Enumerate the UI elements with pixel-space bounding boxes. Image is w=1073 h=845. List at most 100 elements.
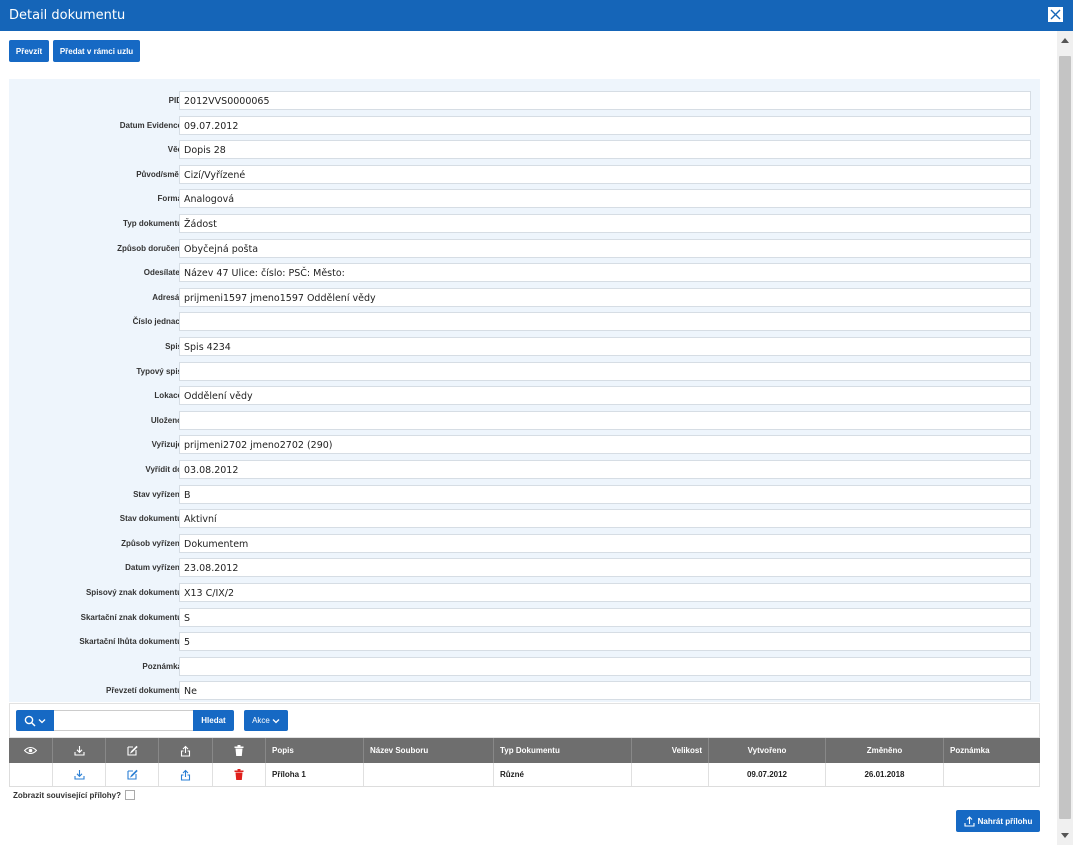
field-value[interactable]: 2012VVS0000065 [179,91,1031,110]
form-row: Typový spis [9,361,1040,382]
field-value[interactable]: Název 47 Ulice: číslo: PSČ: Město: [179,263,1031,283]
field-value[interactable]: B [179,484,1031,504]
form-row: Způsob doručení Obyčejná pošta [9,238,1040,259]
form-row: PID 2012VVS0000065 [9,91,1040,111]
field-value[interactable]: 23.08.2012 [179,558,1031,578]
cell-note [944,763,1040,786]
search-options-button[interactable] [16,710,54,731]
field-value[interactable] [179,410,1031,430]
header-share[interactable] [159,738,213,763]
field-label: Způsob vyřízení [121,538,182,548]
form-row: Poznámka [9,656,1040,677]
row-delete-button[interactable] [213,763,266,786]
field-label: Číslo jednací [132,317,182,327]
field-value[interactable] [179,312,1031,332]
field-label: Datum vyřízení [125,563,182,573]
form-row: Lokace Oddělení vědy [9,386,1040,406]
row-edit-button[interactable] [106,763,159,786]
field-value[interactable]: Žádost [179,214,1031,233]
field-label: Skartační lhůta dokumentu [79,637,182,647]
cell-file-name [364,763,494,786]
field-label: Adresát [152,292,182,302]
form-row: Převzetí dokumentu Ne [9,681,1040,701]
scroll-down-icon[interactable] [1061,833,1069,838]
related-attachments-checkbox[interactable] [125,790,136,800]
header-note[interactable]: Poznámka [944,738,1040,763]
pass-within-node-button[interactable]: Předat v rámci uzlu [53,40,140,62]
header-edit[interactable] [106,738,159,763]
field-value[interactable]: Dopis 28 [179,140,1031,160]
form-row: Věc Dopis 28 [9,140,1040,160]
search-input[interactable] [54,710,193,731]
header-view[interactable] [9,738,53,763]
vertical-scrollbar[interactable] [1057,31,1073,845]
actions-button[interactable]: Akce [244,710,288,731]
field-label: Způsob doručení [117,243,182,253]
field-value[interactable]: Obyčejná pošta [179,238,1031,258]
download-icon [73,746,85,756]
row-download-button[interactable] [53,763,106,786]
edit-icon [126,769,138,780]
scroll-up-icon[interactable] [1061,38,1069,43]
title-bar: Detail dokumentu [0,0,1073,31]
field-value[interactable]: 03.08.2012 [179,460,1031,479]
field-label: Lokace [154,391,182,401]
field-label: Vyřizuje [151,440,182,450]
field-value[interactable]: Aktivní [179,509,1031,529]
form-row: Datum vyřízení 23.08.2012 [9,558,1040,578]
cell-document-type: Různé [494,763,632,786]
field-label: Typ dokumentu [123,219,182,228]
header-download[interactable] [53,738,106,763]
window-title: Detail dokumentu [9,8,126,23]
field-value[interactable]: S [179,607,1031,627]
scrollbar-thumb[interactable] [1059,56,1071,819]
header-document-type[interactable]: Typ Dokumentu [494,738,632,763]
header-delete[interactable] [213,738,266,763]
upload-attachment-button[interactable]: Nahrát přílohu [956,810,1040,832]
field-label: Odesílatel [143,268,182,278]
form-row: Odesílatel Název 47 Ulice: číslo: PSČ: Mě… [9,263,1040,283]
form-row: Vyřizuje prijmeni2702 jmeno2702 (290) [9,435,1040,455]
take-over-button[interactable]: Převzít [9,40,49,62]
close-button[interactable] [1048,7,1063,22]
header-description[interactable]: Popis [266,738,364,763]
table-header: Popis Název Souboru Typ Dokumentu Veliko… [9,738,1040,763]
form-row: Způsob vyřízení Dokumentem [9,533,1040,554]
field-value[interactable]: 09.07.2012 [179,115,1031,135]
field-value[interactable]: Spis 4234 [179,337,1031,356]
field-value[interactable] [179,656,1031,676]
field-value[interactable]: prijmeni1597 jmeno1597 Oddělení vědy [179,287,1031,307]
field-value[interactable]: Analogová [179,189,1031,209]
row-share-button[interactable] [159,763,213,786]
row-view-cell [10,763,53,786]
search-icon [24,715,36,727]
table-row[interactable]: Příloha 1 Různé 09.07.2012 26.01.2018 [9,763,1040,787]
field-value[interactable]: Oddělení vědy [179,386,1031,406]
cell-description: Příloha 1 [266,763,364,786]
trash-icon [234,769,244,780]
form-row: Datum Evidence 09.07.2012 [9,115,1040,136]
attachments-table: Popis Název Souboru Typ Dokumentu Veliko… [9,738,1040,787]
search-button[interactable]: Hledat [193,710,234,731]
actions-button-label: Akce [252,716,270,725]
trash-icon [234,745,244,756]
header-created[interactable]: Vytvořeno [709,738,826,763]
field-value[interactable] [179,361,1031,381]
field-value[interactable]: prijmeni2702 jmeno2702 (290) [179,435,1031,455]
download-icon [73,770,85,780]
chevron-down-icon [38,718,46,723]
field-label: Uloženo [150,415,182,425]
field-value[interactable]: Ne [179,681,1031,701]
field-value[interactable]: Dokumentem [179,533,1031,553]
cell-modified: 26.01.2018 [826,763,944,786]
field-value[interactable]: 5 [179,632,1031,652]
field-value[interactable]: Cizí/Vyřízené [179,164,1031,184]
upload-icon [964,815,975,827]
form-row: Stav dokumentu Aktivní [9,509,1040,529]
header-size[interactable]: Velikost [632,738,709,763]
header-modified[interactable]: Změněno [826,738,944,763]
field-label: Původ/směr [136,169,182,179]
field-value[interactable]: X13 C/IX/2 [179,583,1031,602]
related-attachments-label: Zobrazit související přílohy? [13,790,122,800]
header-file-name[interactable]: Název Souboru [364,738,494,763]
